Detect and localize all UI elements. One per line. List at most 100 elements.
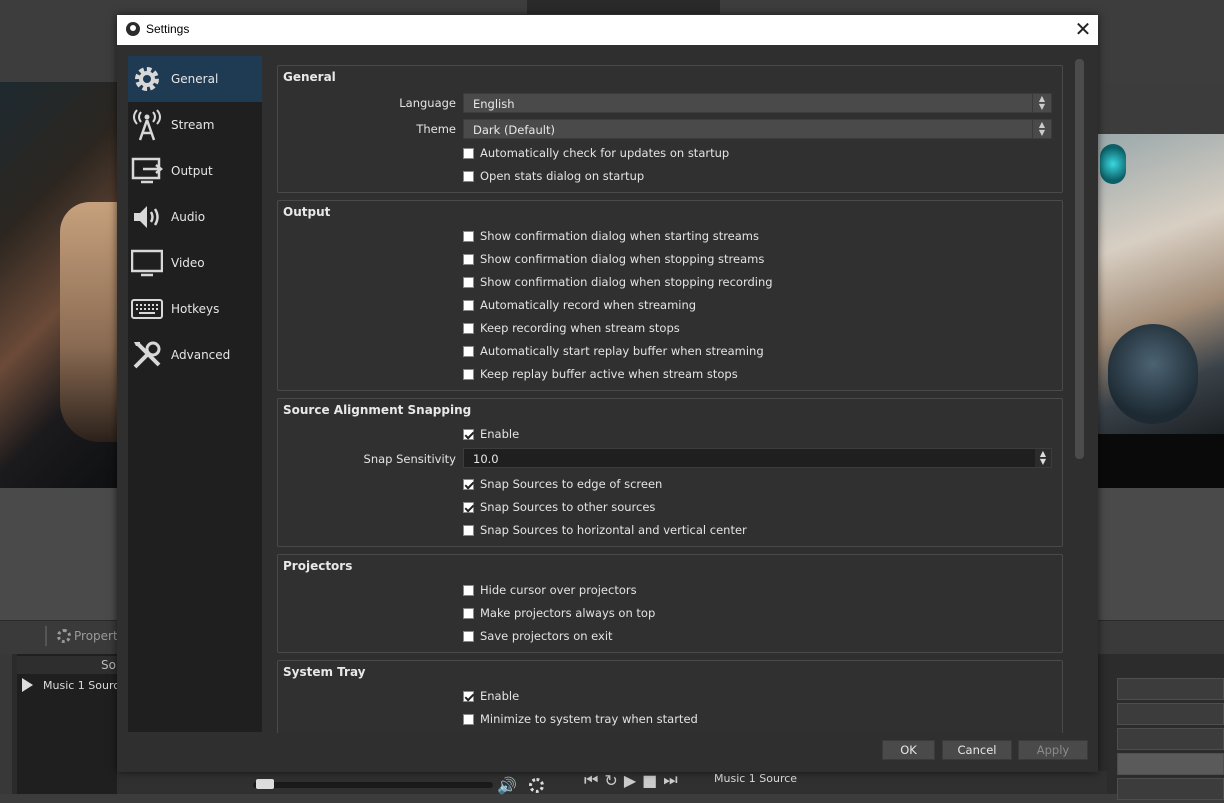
checkbox-confirm-stop-recording[interactable]: Show confirmation dialog when stopping r… bbox=[463, 274, 773, 290]
checkbox-auto-update[interactable]: Automatically check for updates on start… bbox=[463, 145, 729, 161]
checkbox-save-projectors[interactable]: Save projectors on exit bbox=[463, 628, 613, 644]
checkbox-minimize-tray[interactable]: Minimize to system tray when started bbox=[463, 711, 698, 727]
snap-sensitivity-input[interactable]: 10.0 ▲ ▼ bbox=[463, 448, 1052, 468]
settings-content: General Language English ▲ ▼ Theme Dark (… bbox=[277, 63, 1067, 733]
sidebar-item-label: General bbox=[171, 72, 219, 86]
antenna-icon bbox=[131, 109, 163, 141]
checkbox[interactable] bbox=[463, 428, 474, 440]
sidebar-item-output[interactable]: Output bbox=[128, 148, 262, 194]
checkbox[interactable] bbox=[463, 584, 474, 596]
sidebar-item-label: Advanced bbox=[171, 348, 231, 362]
checkbox-auto-replay-buffer[interactable]: Automatically start replay buffer when s… bbox=[463, 343, 764, 359]
checkbox[interactable] bbox=[463, 170, 474, 182]
checkbox[interactable] bbox=[463, 501, 474, 513]
play-icon[interactable]: ▶ bbox=[624, 771, 636, 790]
checkbox[interactable] bbox=[463, 253, 474, 265]
ok-button[interactable]: OK bbox=[882, 740, 935, 760]
preview-left-image bbox=[0, 82, 117, 488]
group-title: Output bbox=[283, 205, 331, 219]
tools-icon bbox=[131, 339, 163, 371]
checkbox[interactable] bbox=[463, 524, 474, 536]
cancel-button[interactable]: Cancel bbox=[942, 740, 1012, 760]
spin-arrows-icon[interactable]: ▲ ▼ bbox=[1035, 449, 1051, 467]
settings-dialog: Settings ✕ General Stream Output Audio V… bbox=[117, 15, 1098, 772]
close-icon[interactable]: ✕ bbox=[1072, 18, 1094, 40]
sidebar-item-label: Video bbox=[171, 256, 205, 270]
checkbox-snap-sources[interactable]: Snap Sources to other sources bbox=[463, 499, 655, 515]
group-title: General bbox=[283, 70, 336, 84]
group-system-tray: System Tray Enable Minimize to system tr… bbox=[277, 660, 1063, 733]
gear-icon bbox=[131, 63, 163, 95]
checkbox-open-stats[interactable]: Open stats dialog on startup bbox=[463, 168, 644, 184]
control-button[interactable] bbox=[1117, 753, 1224, 775]
checkbox[interactable] bbox=[463, 147, 474, 159]
gear-icon bbox=[57, 629, 71, 643]
checkbox[interactable] bbox=[463, 630, 474, 642]
speaker-icon bbox=[131, 201, 163, 233]
control-button[interactable] bbox=[1117, 778, 1224, 800]
checkbox-hide-cursor[interactable]: Hide cursor over projectors bbox=[463, 582, 637, 598]
sidebar-item-hotkeys[interactable]: Hotkeys bbox=[128, 286, 262, 332]
scenes-dock bbox=[0, 654, 12, 794]
checkbox[interactable] bbox=[463, 690, 474, 702]
checkbox-keep-recording[interactable]: Keep recording when stream stops bbox=[463, 320, 680, 336]
checkbox[interactable] bbox=[463, 322, 474, 334]
group-snapping: Source Alignment Snapping Enable Snap Se… bbox=[277, 398, 1063, 547]
audio-gear-icon[interactable] bbox=[529, 778, 544, 793]
volume-icon[interactable]: 🔊 bbox=[497, 776, 517, 795]
checkbox[interactable] bbox=[463, 607, 474, 619]
checkbox[interactable] bbox=[463, 299, 474, 311]
preview-letterbox bbox=[1098, 434, 1224, 488]
group-output: Output Show confirmation dialog when sta… bbox=[277, 200, 1063, 391]
group-title: Source Alignment Snapping bbox=[283, 403, 472, 417]
sidebar-item-advanced[interactable]: Advanced bbox=[128, 332, 262, 378]
checkbox-keep-replay-buffer[interactable]: Keep replay buffer active when stream st… bbox=[463, 366, 738, 382]
sidebar-item-video[interactable]: Video bbox=[128, 240, 262, 286]
keyboard-icon bbox=[131, 293, 163, 325]
restart-icon[interactable]: ↻ bbox=[604, 771, 617, 790]
next-icon[interactable]: ⏭ bbox=[663, 770, 677, 790]
checkbox-tray-enable[interactable]: Enable bbox=[463, 688, 519, 704]
settings-scrollbar[interactable] bbox=[1075, 59, 1084, 459]
volume-slider-handle[interactable] bbox=[256, 779, 274, 789]
checkbox-snap-edge[interactable]: Snap Sources to edge of screen bbox=[463, 476, 662, 492]
select-arrows-icon: ▲ ▼ bbox=[1032, 120, 1051, 138]
checkbox[interactable] bbox=[463, 368, 474, 380]
sidebar-item-stream[interactable]: Stream bbox=[128, 102, 262, 148]
checkbox-confirm-start-stream[interactable]: Show confirmation dialog when starting s… bbox=[463, 228, 759, 244]
sources-header: Sources bbox=[17, 656, 148, 674]
checkbox[interactable] bbox=[463, 713, 474, 725]
volume-slider[interactable] bbox=[253, 782, 493, 788]
dialog-title: Settings bbox=[146, 22, 190, 36]
checkbox-snap-center[interactable]: Snap Sources to horizontal and vertical … bbox=[463, 522, 747, 538]
apply-button[interactable]: Apply bbox=[1018, 740, 1088, 760]
checkbox[interactable] bbox=[463, 345, 474, 357]
checkbox[interactable] bbox=[463, 478, 474, 490]
media-controls: ⏮ ↻ ▶ ■ ⏭ bbox=[584, 770, 678, 790]
snap-sensitivity-label: Snap Sensitivity bbox=[363, 452, 456, 466]
checkbox-snapping-enable[interactable]: Enable bbox=[463, 426, 519, 442]
language-label: Language bbox=[399, 96, 456, 110]
stop-icon[interactable]: ■ bbox=[642, 771, 657, 790]
control-button[interactable] bbox=[1117, 703, 1224, 725]
toolbar-separator bbox=[45, 626, 47, 646]
sidebar-item-general[interactable]: General bbox=[128, 56, 262, 102]
control-button[interactable] bbox=[1117, 728, 1224, 750]
checkbox-confirm-stop-stream[interactable]: Show confirmation dialog when stopping s… bbox=[463, 251, 764, 267]
checkbox-auto-record[interactable]: Automatically record when streaming bbox=[463, 297, 696, 313]
checkbox[interactable] bbox=[463, 230, 474, 242]
sidebar-item-audio[interactable]: Audio bbox=[128, 194, 262, 240]
checkbox-projectors-on-top[interactable]: Make projectors always on top bbox=[463, 605, 655, 621]
monitor-icon bbox=[131, 247, 163, 279]
group-projectors: Projectors Hide cursor over projectors M… bbox=[277, 554, 1063, 653]
checkbox[interactable] bbox=[463, 276, 474, 288]
control-button[interactable] bbox=[1117, 678, 1224, 700]
previous-icon[interactable]: ⏮ bbox=[584, 770, 598, 790]
output-monitor-icon bbox=[131, 155, 163, 187]
play-icon bbox=[22, 678, 33, 692]
sources-dock bbox=[17, 654, 117, 794]
language-select[interactable]: English ▲ ▼ bbox=[463, 93, 1052, 113]
sidebar-item-label: Output bbox=[171, 164, 213, 178]
source-list-item[interactable]: Music 1 Source bbox=[22, 678, 126, 692]
theme-select[interactable]: Dark (Default) ▲ ▼ bbox=[463, 119, 1052, 139]
